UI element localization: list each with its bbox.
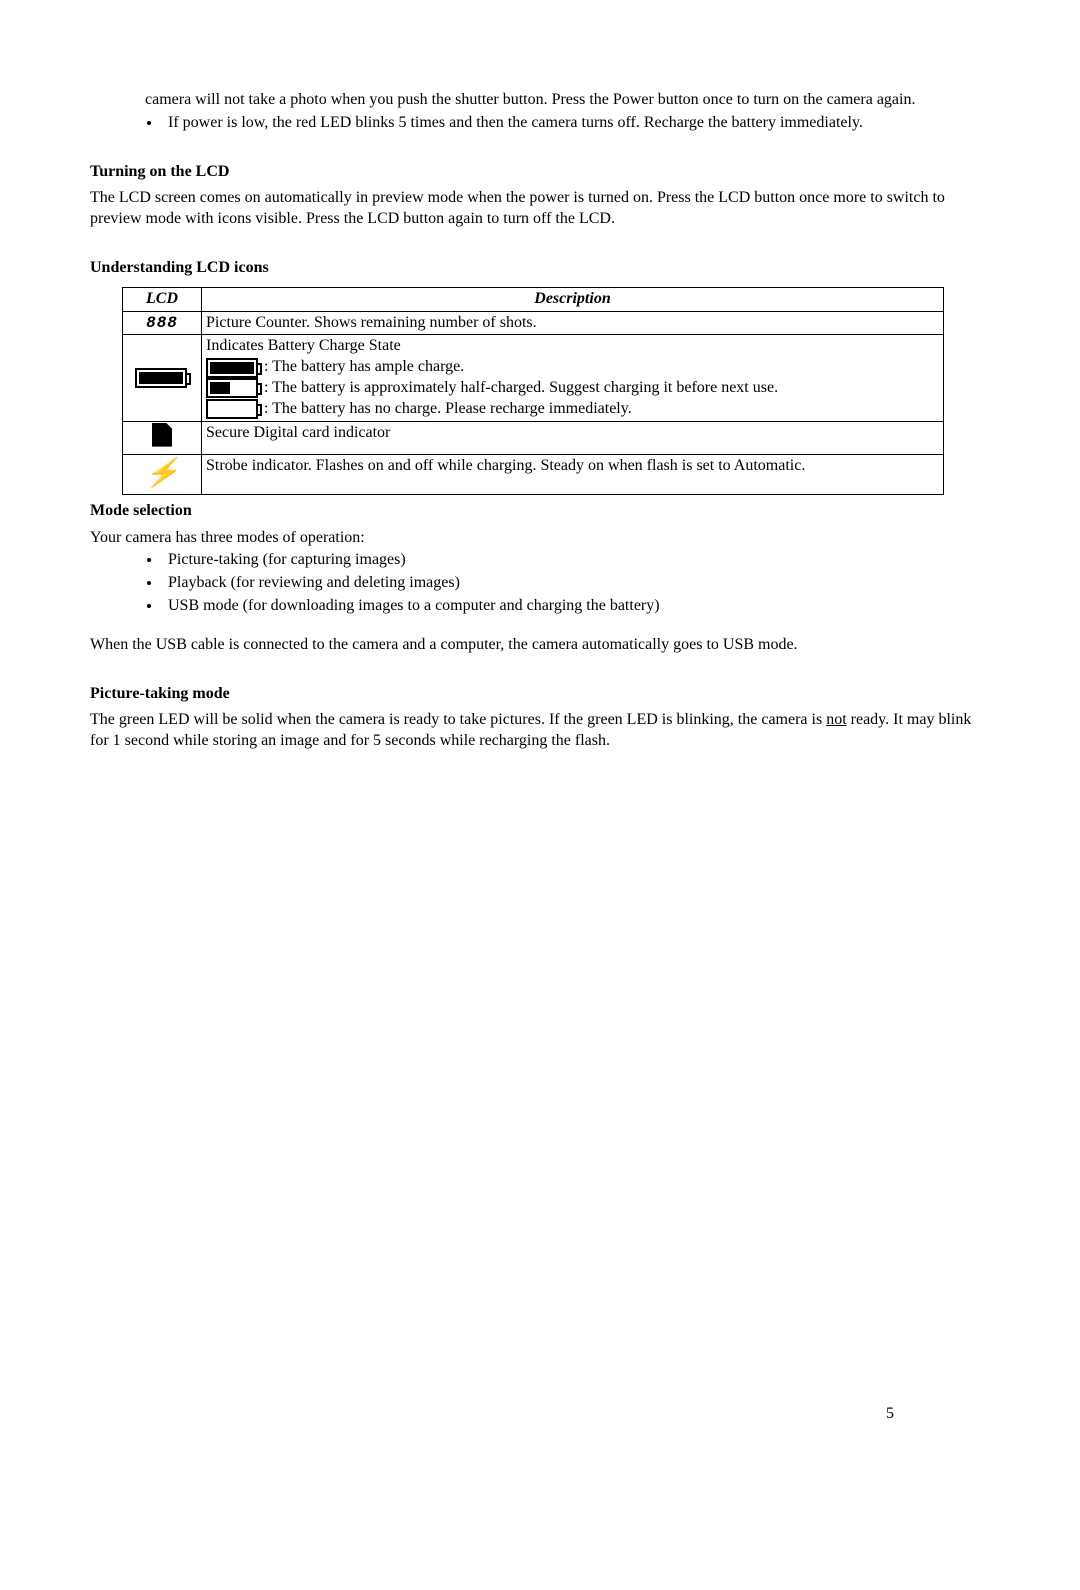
- intro-bullets: If power is low, the red LED blinks 5 ti…: [90, 113, 990, 134]
- picture-counter-desc: Picture Counter. Shows remaining number …: [202, 311, 944, 335]
- sd-card-icon: [152, 423, 172, 447]
- intro-continuation: camera will not take a photo when you pu…: [145, 90, 990, 111]
- battery-half-text: : The battery is approximately half-char…: [260, 379, 778, 396]
- battery-title: Indicates Battery Charge State: [206, 336, 939, 357]
- list-item: Picture-taking (for capturing images): [162, 550, 990, 571]
- not-underlined: not: [826, 711, 846, 728]
- lcd-icons-table: LCD Description 888 Picture Counter. Sho…: [122, 287, 944, 495]
- battery-empty-text: : The battery has no charge. Please rech…: [260, 400, 632, 417]
- heading-picture-taking: Picture-taking mode: [90, 684, 990, 705]
- heading-understanding: Understanding LCD icons: [90, 258, 990, 279]
- table-row: 888 Picture Counter. Shows remaining num…: [123, 311, 944, 335]
- header-lcd: LCD: [123, 287, 202, 311]
- header-description: Description: [202, 287, 944, 311]
- table-row: Secure Digital card indicator: [123, 421, 944, 455]
- battery-full-icon: [135, 368, 187, 388]
- table-header-row: LCD Description: [123, 287, 944, 311]
- picture-taking-body: The green LED will be solid when the cam…: [90, 710, 990, 752]
- sd-desc: Secure Digital card indicator: [202, 421, 944, 455]
- mode-selection-after: When the USB cable is connected to the c…: [90, 635, 990, 656]
- list-item: Playback (for reviewing and deleting ima…: [162, 573, 990, 594]
- strobe-desc: Strobe indicator. Flashes on and off whi…: [202, 455, 944, 494]
- battery-desc-cell: Indicates Battery Charge State : The bat…: [202, 335, 944, 421]
- battery-half-icon: [206, 378, 258, 398]
- battery-full-text: : The battery has ample charge.: [260, 358, 464, 375]
- turning-lcd-body: The LCD screen comes on automatically in…: [90, 188, 990, 230]
- strobe-icon: ⚡: [145, 458, 180, 489]
- battery-full-icon: [206, 358, 258, 378]
- mode-selection-intro: Your camera has three modes of operation…: [90, 528, 990, 549]
- mode-selection-list: Picture-taking (for capturing images) Pl…: [90, 550, 990, 616]
- battery-empty-icon: [206, 399, 258, 419]
- picture-counter-icon: 888: [146, 314, 178, 332]
- heading-mode-selection: Mode selection: [90, 501, 990, 522]
- intro-bullet-power-low: If power is low, the red LED blinks 5 ti…: [162, 113, 990, 134]
- intro-text: camera will not take a photo when you pu…: [145, 91, 915, 108]
- table-row: ⚡ Strobe indicator. Flashes on and off w…: [123, 455, 944, 494]
- heading-turning-lcd: Turning on the LCD: [90, 162, 990, 183]
- list-item: USB mode (for downloading images to a co…: [162, 596, 990, 617]
- page-number: 5: [886, 1404, 894, 1425]
- table-row: Indicates Battery Charge State : The bat…: [123, 335, 944, 421]
